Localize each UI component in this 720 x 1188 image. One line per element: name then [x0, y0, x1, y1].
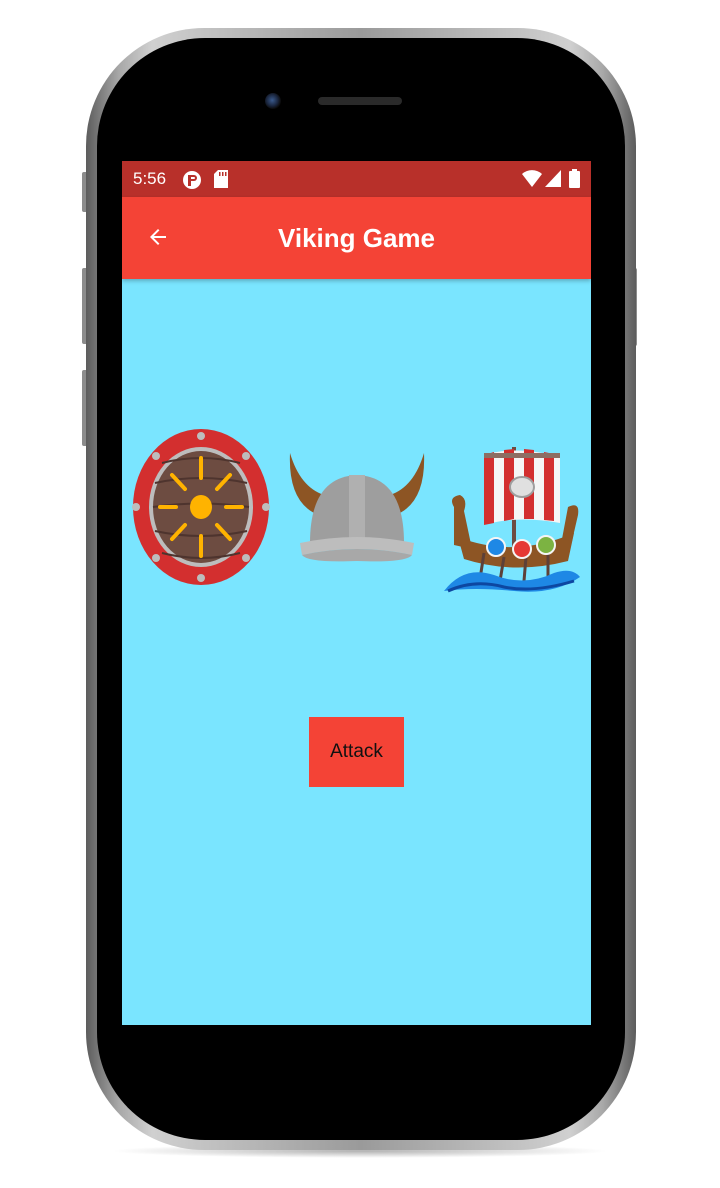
signal-icon — [545, 170, 561, 191]
attack-button[interactable]: Attack — [309, 717, 404, 787]
status-time: 5:56 — [133, 169, 167, 188]
viking-helmet-image — [289, 453, 425, 562]
viking-ship-image — [444, 447, 580, 593]
battery-icon — [569, 169, 580, 192]
viking-shield-image — [132, 429, 270, 585]
arrow-left-icon — [150, 229, 166, 245]
wifi-icon — [522, 170, 542, 191]
back-button[interactable] — [142, 221, 174, 253]
notification-p-icon — [182, 170, 202, 194]
front-camera — [265, 93, 281, 109]
app-title: Viking Game — [277, 222, 436, 253]
status-bar: 5:56 — [122, 161, 591, 197]
image-row — [122, 423, 591, 603]
app-bar: Viking Game — [122, 197, 591, 279]
screen: 5:56 Viking Game Attack — [122, 161, 591, 1025]
stage: 5:56 Viking Game Attack — [0, 0, 720, 1188]
sd-card-icon — [214, 170, 228, 192]
earpiece-speaker — [318, 97, 402, 105]
